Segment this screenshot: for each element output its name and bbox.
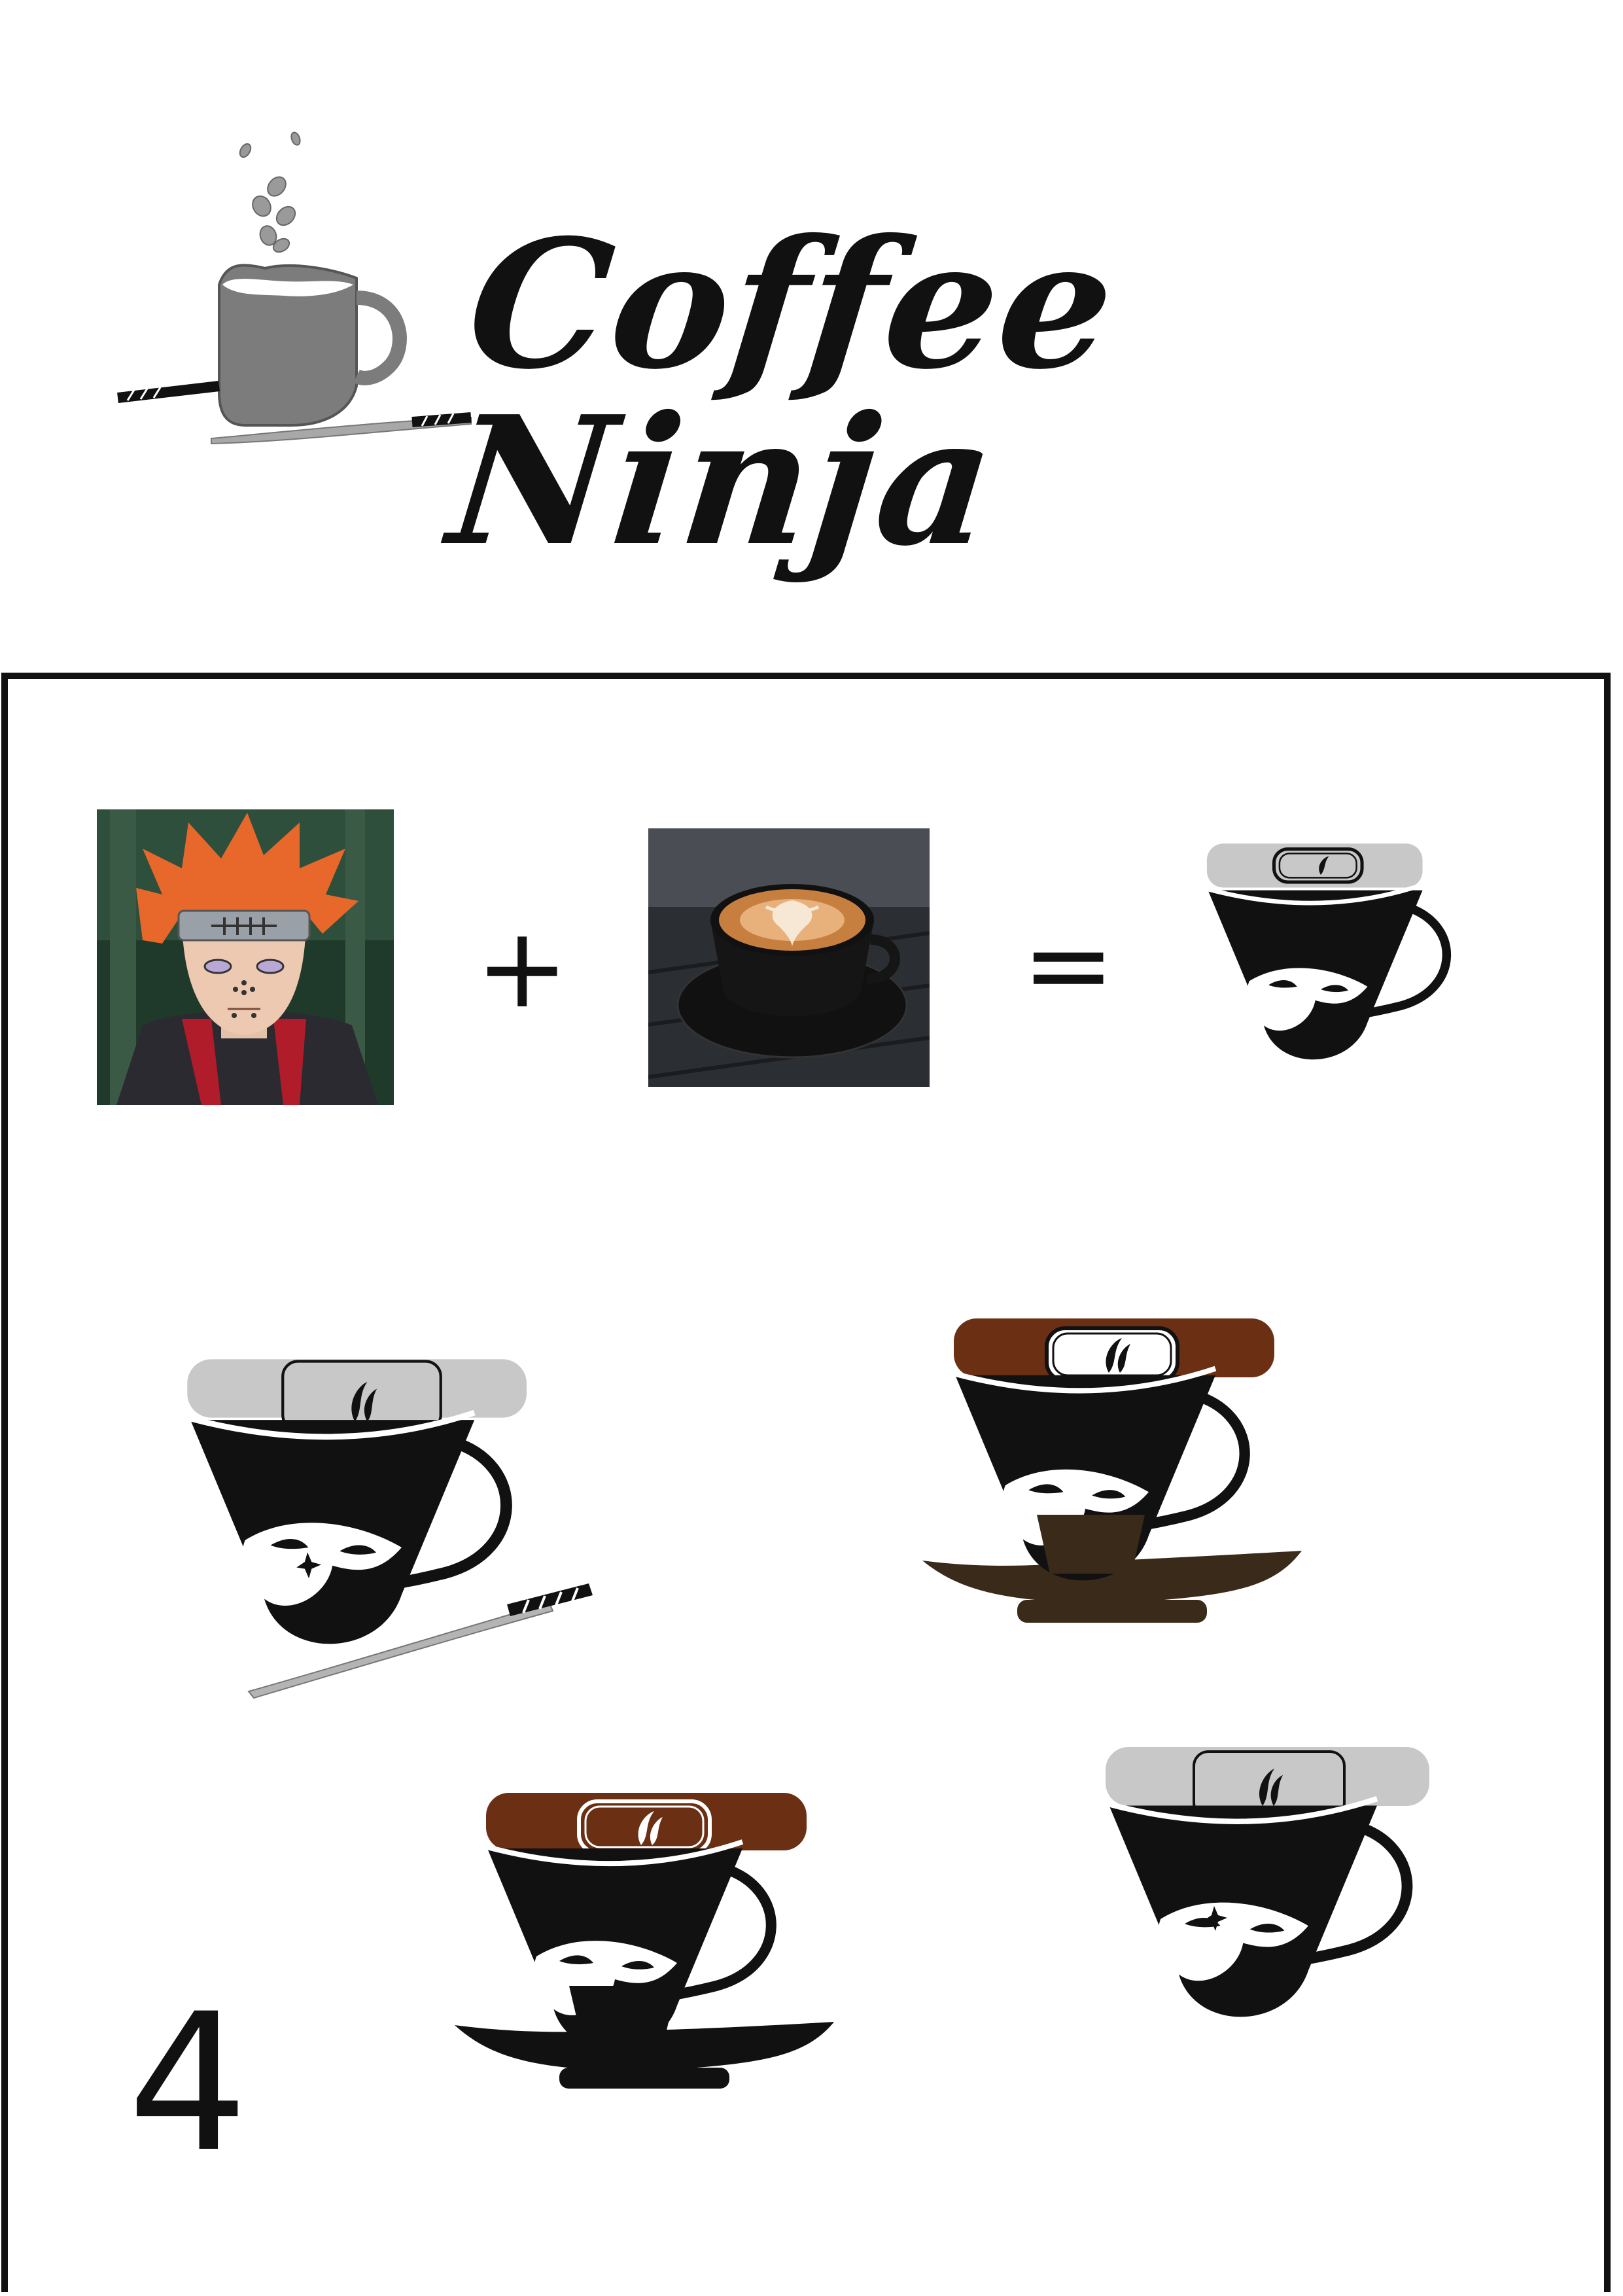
brand-name: Coffee Ninja	[441, 200, 1125, 585]
ninja-coffee-cup-logo-icon	[1191, 841, 1478, 1083]
variation-brown-headband-black-saucer	[451, 1790, 844, 2097]
variation-gray-headband-plain	[1102, 1744, 1456, 2032]
latte-art-cup-photo	[648, 828, 930, 1087]
plus-sign: +	[476, 904, 569, 1033]
coffee-cup-with-katana-icon	[117, 132, 472, 445]
brand-logo	[114, 124, 481, 465]
variation-brown-headband-brown-saucer	[919, 1315, 1312, 1629]
equals-sign: =	[1022, 900, 1115, 1030]
ninja-character-portrait	[97, 809, 394, 1105]
page-number: 4	[128, 1973, 249, 2194]
variation-gray-headband-with-katana	[183, 1354, 602, 1701]
